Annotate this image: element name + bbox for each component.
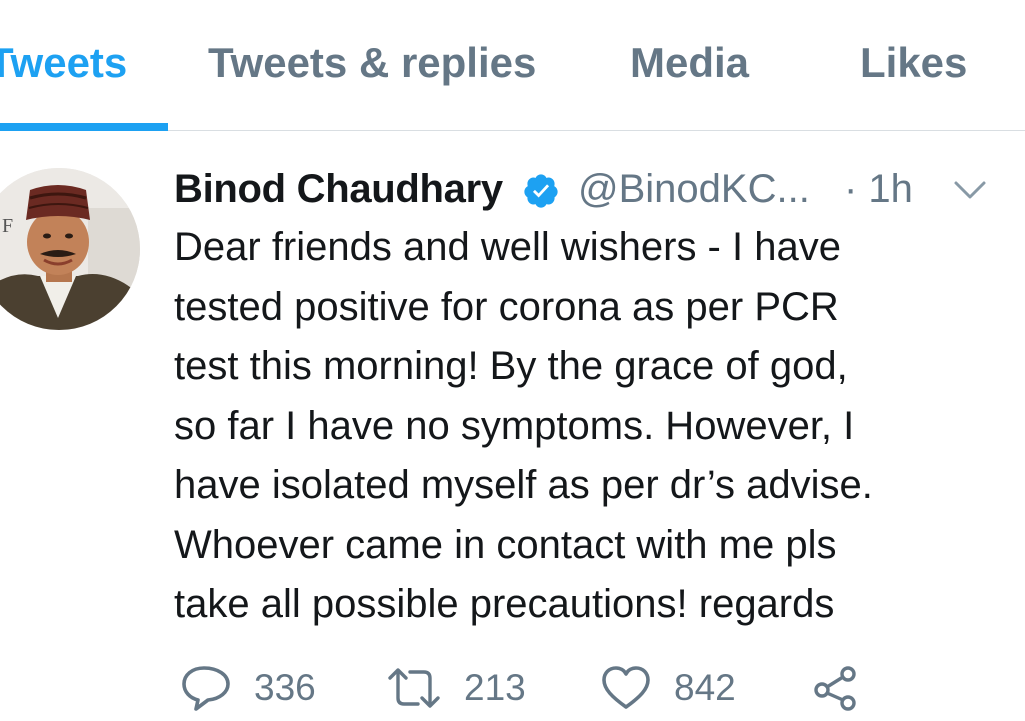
retweet-icon (388, 668, 440, 708)
like-count: 842 (674, 667, 736, 708)
tweet-actions: 336 213 842 (0, 660, 1025, 716)
svg-text:F: F (2, 215, 13, 237)
tweet-header: Binod Chaudhary @BinodKC... · 1h (174, 162, 1004, 214)
tab-likes[interactable]: Likes (860, 38, 967, 88)
tweet-text-line: Dear friends and well wishers - I have (174, 225, 841, 269)
tweet-text-line: Whoever came in contact with me pls (174, 522, 837, 567)
profile-tabs: Tweets Tweets & replies Media Likes (0, 0, 1025, 131)
reply-bubble-icon (182, 666, 230, 711)
tweet-text-line: tested positive for corona as per PCR (174, 284, 839, 329)
retweet-count: 213 (464, 667, 526, 708)
avatar[interactable]: F (0, 168, 140, 330)
tweet-text-line: take all possible precautions! regards (174, 582, 835, 626)
tab-tweets[interactable]: Tweets (0, 38, 127, 88)
tab-tweets-and-replies[interactable]: Tweets & replies (208, 38, 536, 88)
verified-badge-icon (522, 172, 560, 210)
tab-media[interactable]: Media (630, 38, 749, 88)
retweet-button[interactable]: 213 (386, 660, 526, 716)
user-handle[interactable]: @BinodKC... (578, 166, 810, 212)
like-button[interactable]: 842 (600, 660, 736, 716)
tweet-timestamp[interactable]: · 1h (844, 166, 913, 212)
heart-icon (602, 666, 650, 709)
tweet-text-line: so far I have no symptoms. However, I (174, 403, 855, 448)
share-icon (814, 666, 856, 711)
reply-button[interactable]: 336 (180, 660, 316, 716)
reply-count: 336 (254, 667, 316, 708)
share-button[interactable] (812, 660, 862, 716)
tweet-text-line: test this morning! By the grace of god, (174, 344, 848, 388)
chevron-down-icon[interactable] (952, 178, 988, 202)
tweet-text-line: have isolated myself as per dr’s advise. (174, 463, 873, 507)
avatar-photo: F (0, 168, 140, 330)
tweet-text: Dear friends and well wishers - I have t… (174, 218, 974, 635)
active-tab-indicator (0, 123, 168, 131)
display-name[interactable]: Binod Chaudhary (174, 166, 503, 212)
